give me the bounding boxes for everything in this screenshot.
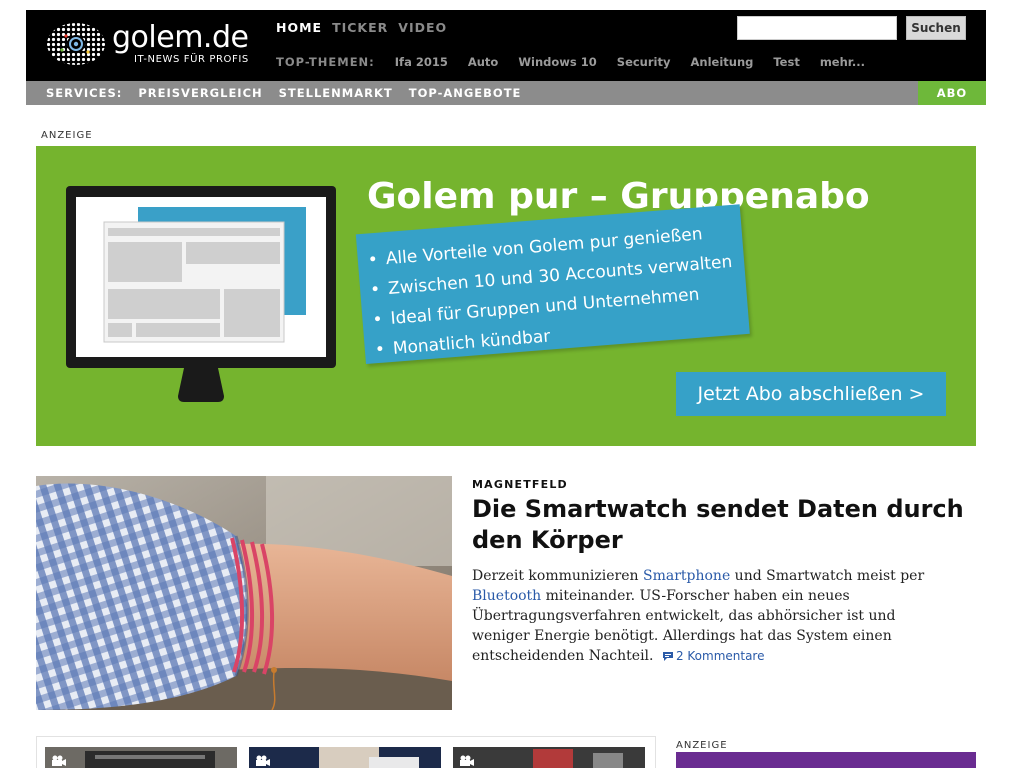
link-smartphone[interactable]: Smartphone	[643, 568, 730, 584]
top-theme-windows10[interactable]: Windows 10	[518, 55, 596, 69]
video-thumb[interactable]	[453, 747, 645, 768]
top-theme-security[interactable]: Security	[617, 55, 671, 69]
top-theme-test[interactable]: Test	[773, 55, 799, 69]
nav-video[interactable]: VIDEO	[398, 20, 447, 35]
top-theme-auto[interactable]: Auto	[468, 55, 499, 69]
search-button[interactable]: Suchen	[906, 16, 966, 40]
article-teaser: Derzeit kommunizieren Smartphone und Sma…	[472, 566, 952, 666]
site-header: golem.de IT-NEWS FÜR PROFIS HOME TICKER …	[26, 10, 986, 81]
abo-link[interactable]: ABO	[918, 81, 986, 105]
comments-count: 2 Kommentare	[675, 649, 765, 663]
teaser-text: Derzeit kommunizieren	[472, 568, 643, 584]
side-ad-label: ANZEIGE	[676, 740, 728, 751]
abo-cta-button[interactable]: Jetzt Abo abschließen >	[676, 372, 946, 416]
video-camera-icon	[52, 755, 66, 766]
nav-ticker[interactable]: TICKER	[332, 20, 388, 35]
ad-banner[interactable]: Golem pur – Gruppenabo Alle Vorteile von…	[36, 146, 976, 446]
video-teaser-strip	[36, 736, 656, 768]
teaser-text: und Smartwatch meist per	[730, 568, 925, 584]
services-label: SERVICES:	[46, 86, 123, 100]
video-camera-icon	[256, 755, 270, 766]
site-logo[interactable]: golem.de IT-NEWS FÜR PROFIS	[46, 20, 261, 70]
video-camera-icon	[460, 755, 474, 766]
top-themes-nav: TOP-THEMEN: Ifa 2015 Auto Windows 10 Sec…	[276, 55, 885, 69]
webpage-mockup-icon	[103, 207, 306, 343]
golem-logo-icon	[47, 23, 105, 65]
video-thumb[interactable]	[45, 747, 237, 768]
service-preisvergleich[interactable]: PREISVERGLEICH	[138, 86, 262, 100]
article-image[interactable]	[36, 476, 452, 710]
service-top-angebote[interactable]: TOP-ANGEBOTE	[409, 86, 522, 100]
comment-icon	[662, 652, 673, 661]
logo-wordmark: golem.de	[112, 20, 249, 55]
side-ad-banner[interactable]	[676, 752, 976, 768]
ad-label: ANZEIGE	[41, 130, 93, 141]
services-bar: SERVICES: PREISVERGLEICH STELLENMARKT TO…	[26, 81, 986, 105]
ad-title: Golem pur – Gruppenabo	[367, 176, 870, 217]
top-theme-ifa[interactable]: Ifa 2015	[395, 55, 448, 69]
smartwatch-arm-photo	[36, 476, 452, 710]
top-theme-anleitung[interactable]: Anleitung	[690, 55, 753, 69]
comments-link[interactable]: 2 Kommentare	[662, 649, 765, 663]
article-kicker: MAGNETFELD	[472, 478, 568, 491]
monitor-stand-icon	[178, 368, 224, 402]
article-title[interactable]: Die Smartwatch sendet Daten durch den Kö…	[472, 494, 972, 556]
main-nav: HOME TICKER VIDEO	[276, 20, 447, 35]
top-themes-label: TOP-THEMEN:	[276, 55, 375, 69]
ad-bullet-box: Alle Vorteile von Golem pur genießen Zwi…	[355, 204, 750, 364]
video-thumb[interactable]	[249, 747, 441, 768]
top-theme-more[interactable]: mehr...	[820, 55, 865, 69]
logo-claim: IT-NEWS FÜR PROFIS	[134, 54, 249, 65]
nav-home[interactable]: HOME	[276, 20, 322, 35]
service-stellenmarkt[interactable]: STELLENMARKT	[279, 86, 393, 100]
link-bluetooth[interactable]: Bluetooth	[472, 588, 541, 604]
monitor-illustration	[66, 186, 336, 368]
search-input[interactable]	[737, 16, 897, 40]
